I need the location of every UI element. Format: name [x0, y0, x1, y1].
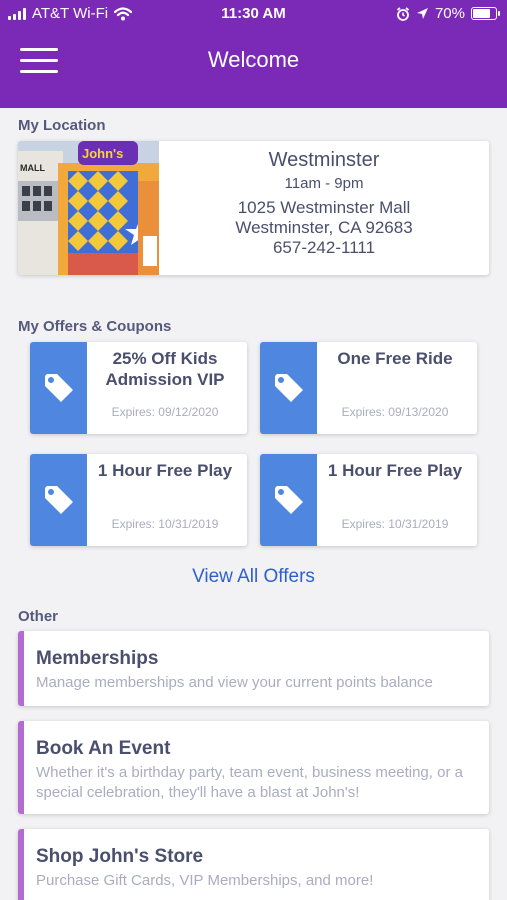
page-title: Welcome — [207, 47, 300, 72]
card-description: Whether it's a birthday party, team even… — [36, 764, 463, 801]
location-address-line2: Westminster, CA 92683 — [235, 218, 413, 237]
offer-title: 1 Hour Free Play — [97, 461, 233, 480]
my-location-label: My Location — [18, 117, 106, 134]
card-accent-bar — [18, 721, 24, 814]
card-title: Memberships — [36, 648, 159, 669]
offer-title: 25% Off Kids Admission VIP — [105, 349, 225, 389]
offer-expiry: Expires: 10/31/2019 — [111, 517, 219, 531]
card-title: Book An Event — [36, 738, 171, 759]
location-hours: 11am - 9pm — [284, 175, 364, 192]
offer-title: 1 Hour Free Play — [327, 461, 463, 480]
card-accent-bar — [18, 631, 24, 706]
battery-percent: 70% — [434, 5, 465, 22]
photo-mall-sign: MALL — [20, 163, 45, 173]
card-accent-bar — [18, 829, 24, 900]
location-arrow-icon — [416, 8, 428, 19]
card-description: Manage memberships and view your current… — [36, 674, 433, 691]
card-title: Shop John's Store — [36, 846, 204, 867]
book-event-card[interactable]: Book An Event Whether it's a birthday pa… — [18, 721, 489, 814]
coupon-tag-icon — [44, 486, 73, 514]
offers-section-label: My Offers & Coupons — [18, 318, 172, 335]
offer-expiry: Expires: 09/12/2020 — [111, 405, 219, 419]
memberships-card[interactable]: Memberships Manage memberships and view … — [18, 631, 489, 706]
location-phone[interactable]: 657-242-1111 — [159, 238, 489, 258]
view-all-offers-link[interactable]: View All Offers — [0, 566, 507, 588]
location-card[interactable]: MALL John's Westminster 11am - 9pm 1025 … — [18, 141, 489, 275]
status-bar: AT&T Wi-Fi 11:30 AM 70% — [0, 0, 507, 28]
location-photo: MALL John's — [18, 141, 159, 275]
offer-card[interactable]: 1 Hour Free Play Expires: 10/31/2019 — [260, 454, 477, 546]
battery-icon — [471, 7, 500, 20]
photo-logo-text: John's — [82, 146, 123, 161]
offer-card[interactable]: One Free Ride Expires: 09/13/2020 — [260, 342, 477, 434]
card-description: Purchase Gift Cards, VIP Memberships, an… — [36, 872, 374, 889]
coupon-tag-icon — [274, 374, 303, 402]
location-name: Westminster — [268, 149, 380, 171]
coupon-tag-icon — [274, 486, 303, 514]
shop-store-card[interactable]: Shop John's Store Purchase Gift Cards, V… — [18, 829, 489, 900]
app-header: AT&T Wi-Fi 11:30 AM 70% Welcome — [0, 0, 507, 108]
offer-expiry: Expires: 09/13/2020 — [341, 405, 449, 419]
location-address-line1: 1025 Westminster Mall — [237, 198, 411, 217]
coupon-tag-icon — [44, 374, 73, 402]
offer-card[interactable]: 1 Hour Free Play Expires: 10/31/2019 — [30, 454, 247, 546]
offer-title: One Free Ride — [337, 349, 453, 368]
alarm-icon — [396, 6, 410, 21]
other-section-label: Other — [18, 608, 59, 625]
offer-card[interactable]: 25% Off Kids Admission VIP Expires: 09/1… — [30, 342, 247, 434]
offer-expiry: Expires: 10/31/2019 — [341, 517, 449, 531]
